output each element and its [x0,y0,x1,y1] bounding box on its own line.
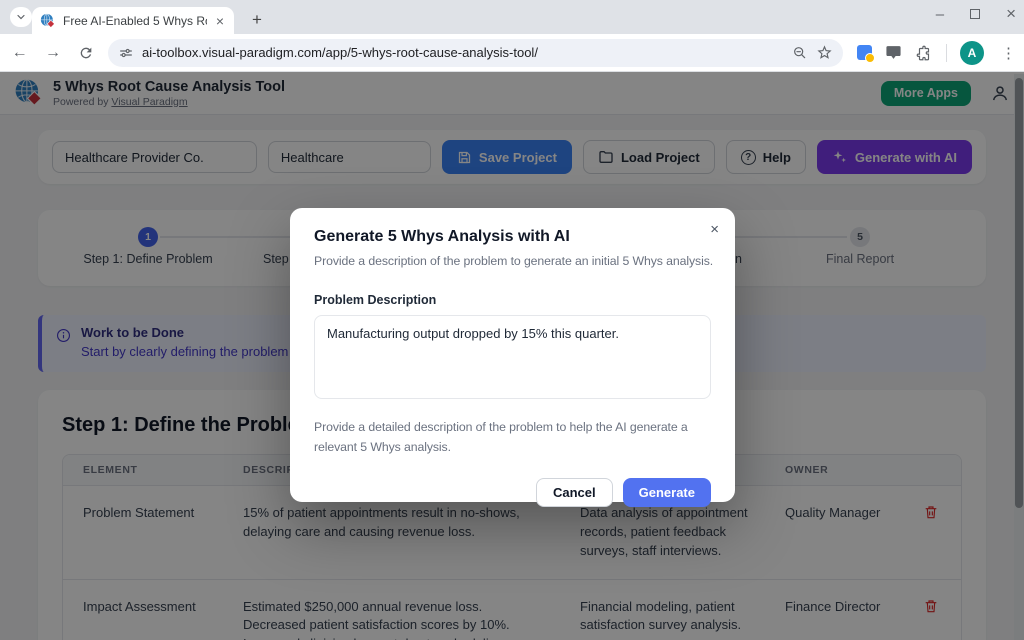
close-icon[interactable]: × [710,221,719,238]
modal-subtitle: Provide a description of the problem to … [314,254,711,268]
chevron-down-icon [15,11,27,23]
generate-button[interactable]: Generate [623,478,711,507]
browser-menu-icon[interactable]: ⋮ [997,44,1024,62]
tab-close-icon[interactable]: × [214,13,226,29]
forward-icon[interactable]: → [39,39,66,67]
tab-title: Free AI-Enabled 5 Whys Root C [63,14,207,28]
url-text: ai-toolbox.visual-paradigm.com/app/5-why… [142,45,784,60]
window-close-button[interactable]: × [1006,4,1016,24]
site-info-icon[interactable] [118,45,134,61]
problem-description-label: Problem Description [314,293,711,307]
browser-window: Free AI-Enabled 5 Whys Root C × + – × ← … [0,0,1024,640]
modal-helper-text: Provide a detailed description of the pr… [314,417,711,458]
url-bar[interactable]: ai-toolbox.visual-paradigm.com/app/5-why… [108,39,843,67]
modal-title: Generate 5 Whys Analysis with AI [314,228,711,246]
bookmark-star-icon[interactable] [816,44,833,61]
site-favicon [40,13,56,29]
reload-icon[interactable] [73,39,100,67]
browser-toolbar: ← → ai-toolbox.visual-paradigm.com/app/5… [0,34,1024,72]
extensions-puzzle-icon[interactable] [915,44,933,62]
side-panel-icon[interactable] [857,45,872,60]
generate-ai-modal: Generate 5 Whys Analysis with AI × Provi… [290,208,735,502]
problem-description-textarea[interactable]: Manufacturing output dropped by 15% this… [314,315,711,399]
new-tab-button[interactable]: + [245,8,269,32]
back-icon[interactable]: ← [6,39,33,67]
profile-avatar[interactable]: A [960,41,984,65]
tab-strip: Free AI-Enabled 5 Whys Root C × + – × [0,0,1024,34]
toolbar-divider [946,44,947,62]
cancel-button[interactable]: Cancel [536,478,613,507]
browser-tab[interactable]: Free AI-Enabled 5 Whys Root C × [32,7,234,34]
zoom-icon[interactable] [792,45,808,61]
maximize-button[interactable] [970,9,980,19]
comment-icon[interactable] [885,44,902,61]
minimize-button[interactable]: – [936,6,944,23]
tab-search-button[interactable] [10,7,32,27]
web-page: 5 Whys Root Cause Analysis Tool Powered … [0,72,1024,640]
